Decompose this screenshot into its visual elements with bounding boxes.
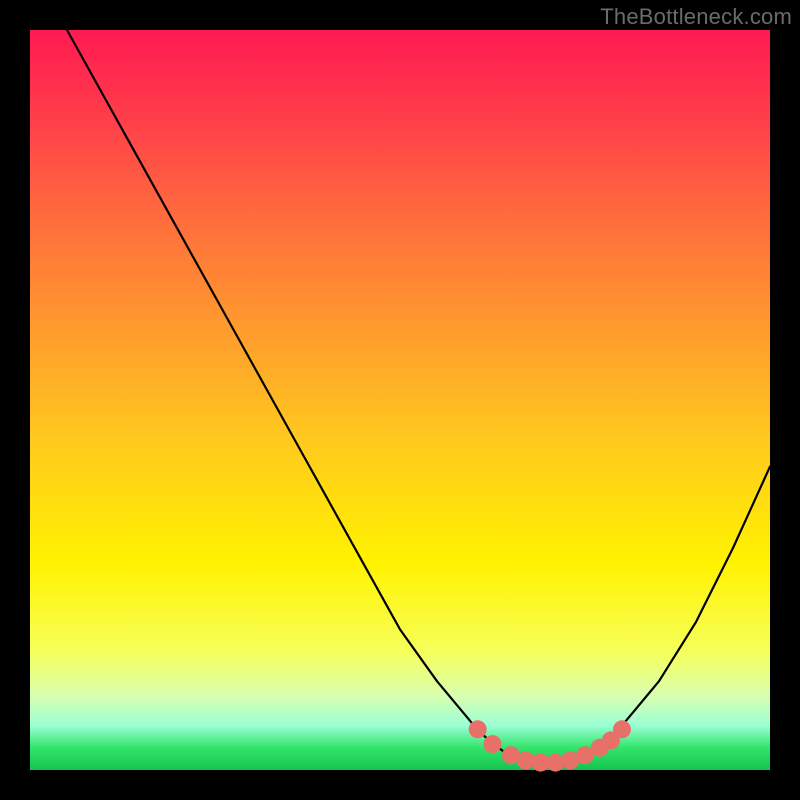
marker-dot (469, 720, 487, 738)
chart-frame: TheBottleneck.com (0, 0, 800, 800)
bottleneck-curve (67, 30, 770, 763)
watermark-text: TheBottleneck.com (600, 4, 792, 30)
optimal-range-markers (469, 720, 631, 771)
bottleneck-curve-svg (30, 30, 770, 770)
plot-area (30, 30, 770, 770)
marker-dot (613, 720, 631, 738)
marker-dot (484, 735, 502, 753)
